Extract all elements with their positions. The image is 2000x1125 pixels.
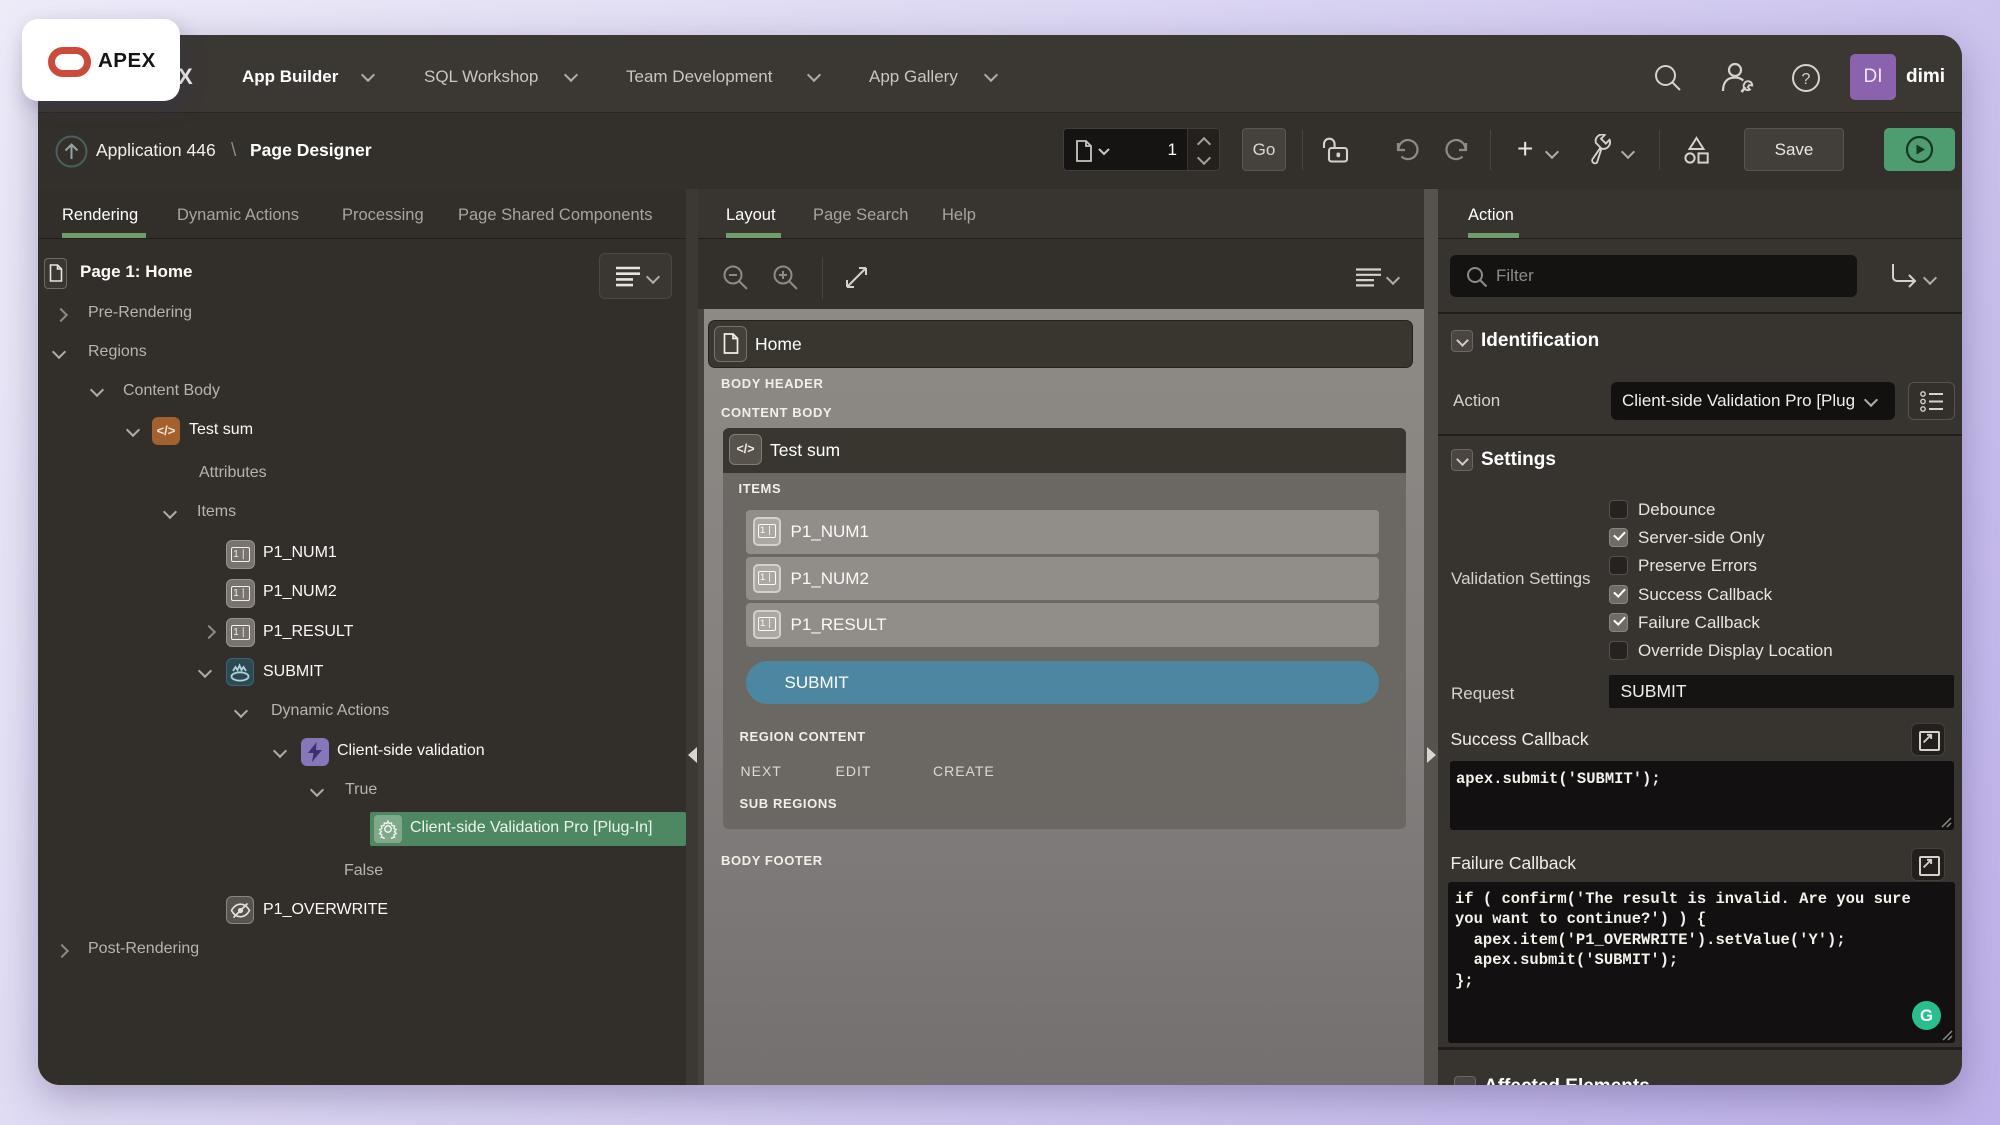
svg-text:?: ? bbox=[1802, 71, 1811, 88]
